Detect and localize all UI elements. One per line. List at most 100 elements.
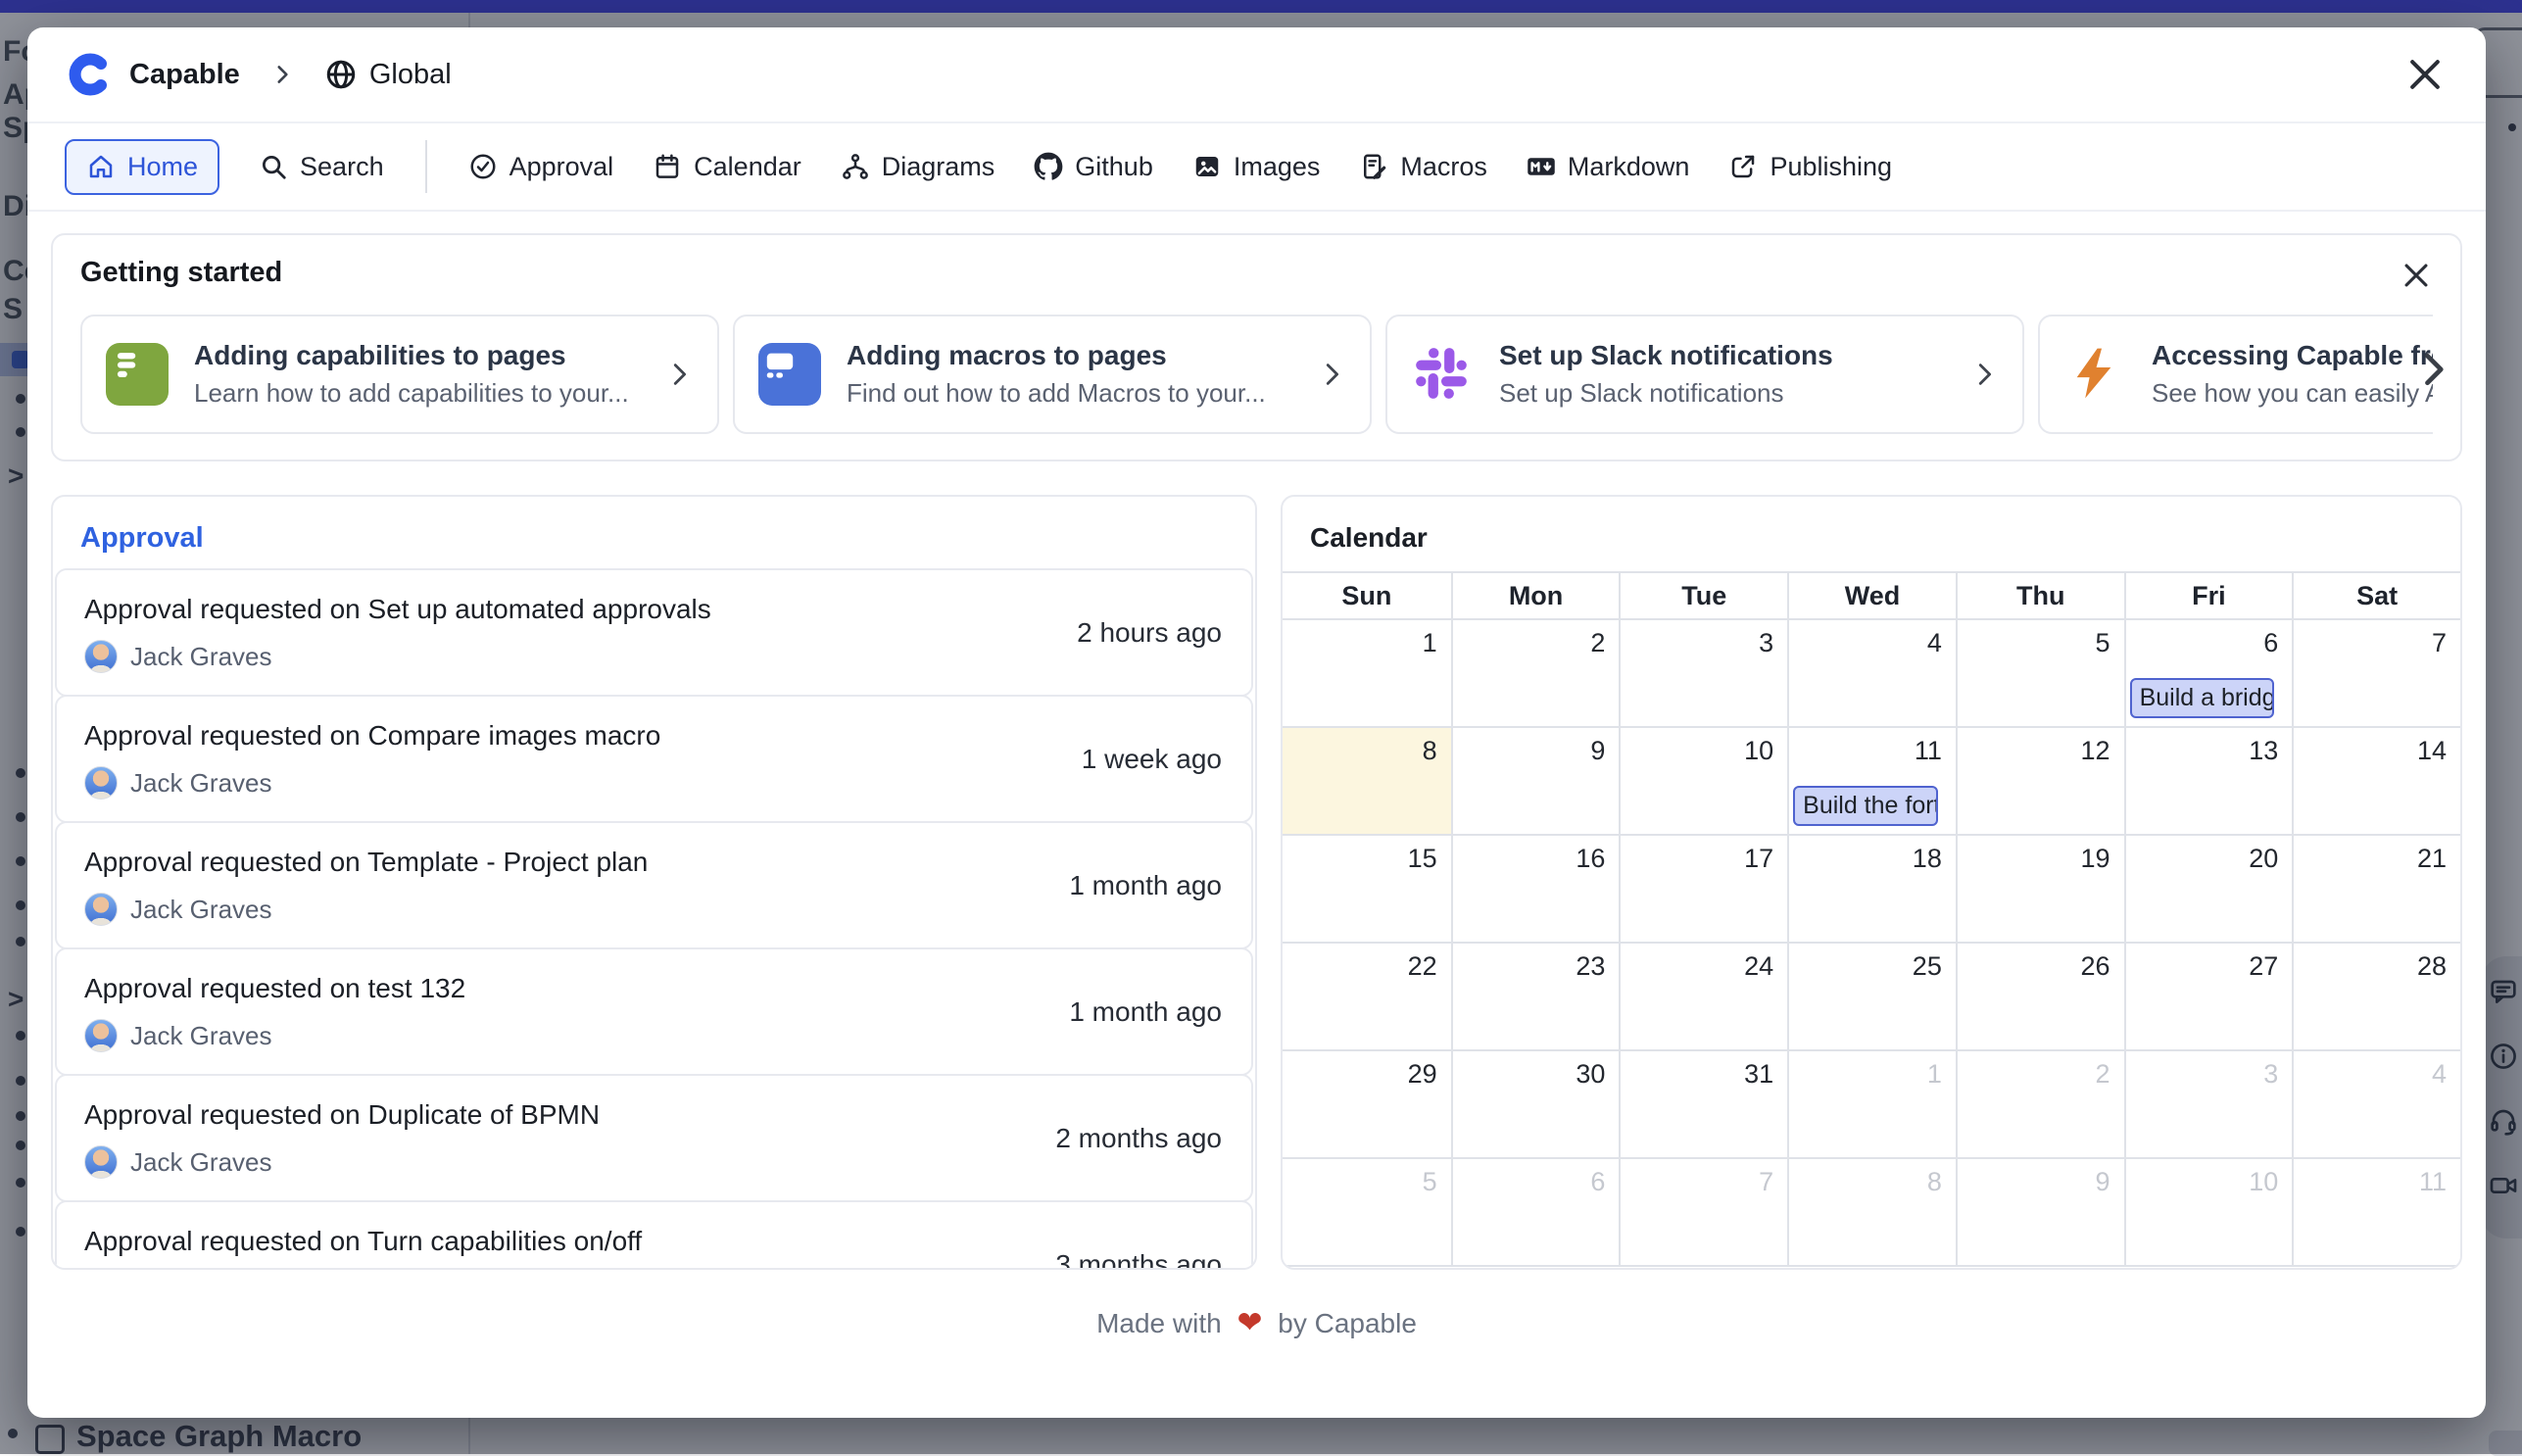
nav-icon	[841, 152, 870, 181]
calendar-day-cell[interactable]: 31	[1619, 1051, 1787, 1159]
calendar-day-cell[interactable]: 10	[2124, 1159, 2293, 1267]
calendar-day-number: 21	[2417, 844, 2447, 874]
getting-started-card[interactable]: Accessing Capable from See how you can e…	[2038, 315, 2433, 434]
getting-started-card[interactable]: Adding macros to pages Find out how to a…	[733, 315, 1372, 434]
getting-started-close-button[interactable]	[2400, 259, 2433, 292]
nav-item-publishing[interactable]: Publishing	[1728, 152, 1892, 182]
approval-item[interactable]: Approval requested on Compare images mac…	[55, 695, 1253, 823]
calendar-day-number: 18	[1913, 844, 1942, 874]
calendar-day-cell[interactable]: 1	[1283, 620, 1451, 728]
calendar-day-cell[interactable]: 4	[2292, 1051, 2460, 1159]
calendar-day-cell[interactable]: 6 Build a bridge	[2124, 620, 2293, 728]
calendar-day-cell[interactable]: 24	[1619, 944, 1787, 1051]
calendar-day-cell[interactable]: 25	[1787, 944, 1956, 1051]
approval-panel-title[interactable]: Approval	[53, 497, 1255, 568]
calendar-day-cell[interactable]: 22	[1283, 944, 1451, 1051]
calendar-day-cell[interactable]: 27	[2124, 944, 2293, 1051]
approval-item-title: Approval requested on Turn capabilities …	[84, 1226, 1224, 1257]
card-title: Adding capabilities to pages	[194, 340, 629, 371]
approval-item[interactable]: Approval requested on Template - Project…	[55, 821, 1253, 949]
nav-item-calendar[interactable]: Calendar	[653, 152, 801, 182]
calendar-day-cell[interactable]: 19	[1956, 836, 2124, 944]
calendar-day-cell[interactable]: 23	[1451, 944, 1620, 1051]
calendar-weekday-wed: Wed	[1787, 573, 1956, 618]
calendar-day-cell[interactable]: 9	[1956, 1159, 2124, 1267]
note-icon	[106, 343, 169, 406]
nav-item-search[interactable]: Search	[259, 152, 384, 182]
approval-item[interactable]: Approval requested on Set up automated a…	[55, 568, 1253, 697]
calendar-day-cell[interactable]: 4	[1787, 620, 1956, 728]
nav-item-home[interactable]: Home	[65, 139, 219, 195]
calendar-day-cell[interactable]: 9	[1451, 728, 1620, 836]
carousel-next-button[interactable]	[2411, 348, 2454, 391]
calendar-day-cell[interactable]: 20	[2124, 836, 2293, 944]
nav-label: Macros	[1400, 152, 1487, 182]
calendar-day-number: 6	[2263, 628, 2278, 658]
calendar-event[interactable]: Build a bridge	[2130, 678, 2275, 718]
calendar-day-cell[interactable]: 2	[1451, 620, 1620, 728]
card-icon	[758, 343, 821, 406]
calendar-day-cell[interactable]: 8	[1283, 728, 1451, 836]
search-icon	[259, 152, 288, 181]
approval-item[interactable]: Approval requested on Duplicate of BPMN …	[55, 1074, 1253, 1202]
approval-item-title: Approval requested on test 132	[84, 973, 1224, 1004]
globe-icon	[324, 58, 358, 91]
approval-item[interactable]: Approval requested on test 132 Jack Grav…	[55, 947, 1253, 1076]
approval-item[interactable]: Approval requested on Turn capabilities …	[55, 1200, 1253, 1270]
calendar-day-cell[interactable]: 2	[1956, 1051, 2124, 1159]
calendar-day-cell[interactable]: 14	[2292, 728, 2460, 836]
avatar	[84, 766, 118, 800]
calendar-day-cell[interactable]: 7	[1619, 1159, 1787, 1267]
calendar-day-cell[interactable]: 5	[1956, 620, 2124, 728]
nav-label: Diagrams	[882, 152, 995, 182]
nav-label: Approval	[509, 152, 614, 182]
calendar-day-cell[interactable]: 1	[1787, 1051, 1956, 1159]
calendar-day-number: 1	[1423, 628, 1437, 658]
calendar-day-cell[interactable]: 8	[1787, 1159, 1956, 1267]
modal-header: Capable Global	[27, 27, 2486, 123]
calendar-day-cell[interactable]: 3	[1619, 620, 1787, 728]
nav-item-diagrams[interactable]: Diagrams	[841, 152, 995, 182]
modal-close-button[interactable]	[2403, 53, 2447, 96]
nav-item-images[interactable]: Images	[1192, 152, 1321, 182]
nav-item-github[interactable]: Github	[1034, 152, 1153, 182]
calendar-panel: Calendar SunMonTueWedThuFriSat 1 2 3 4 5…	[1281, 495, 2462, 1270]
nav-item-approval[interactable]: Approval	[468, 152, 614, 182]
calendar-event[interactable]: Build the fort	[1793, 786, 1938, 826]
calendar-day-cell[interactable]: 12	[1956, 728, 2124, 836]
approval-item-title: Approval requested on Compare images mac…	[84, 720, 1224, 752]
calendar-day-cell[interactable]: 28	[2292, 944, 2460, 1051]
calendar-day-cell[interactable]: 30	[1451, 1051, 1620, 1159]
calendar-day-cell[interactable]: 3	[2124, 1051, 2293, 1159]
nav-icon	[653, 152, 682, 181]
calendar-day-number: 23	[1576, 951, 1605, 982]
calendar-day-number: 22	[1408, 951, 1437, 982]
approval-icon	[468, 152, 498, 181]
calendar-day-cell[interactable]: 10	[1619, 728, 1787, 836]
nav-icon	[1192, 152, 1222, 181]
calendar-day-cell[interactable]: 17	[1619, 836, 1787, 944]
calendar-day-cell[interactable]: 6	[1451, 1159, 1620, 1267]
calendar-day-cell[interactable]: 15	[1283, 836, 1451, 944]
calendar-day-cell[interactable]: 7	[2292, 620, 2460, 728]
approval-item-meta: Jack Graves	[84, 1145, 1224, 1179]
calendar-day-cell[interactable]: 21	[2292, 836, 2460, 944]
calendar-day-cell[interactable]: 26	[1956, 944, 2124, 1051]
calendar-day-number: 29	[1408, 1059, 1437, 1090]
calendar-day-cell[interactable]: 11	[2292, 1159, 2460, 1267]
nav-item-markdown[interactable]: Markdown	[1527, 152, 1690, 182]
calendar-day-cell[interactable]: 5	[1283, 1159, 1451, 1267]
approval-item-user: Jack Graves	[130, 895, 272, 925]
calendar-day-cell[interactable]: 29	[1283, 1051, 1451, 1159]
calendar-day-cell[interactable]: 11 Build the fort	[1787, 728, 1956, 836]
getting-started-card[interactable]: Adding capabilities to pages Learn how t…	[80, 315, 719, 434]
calendar-day-cell[interactable]: 18	[1787, 836, 1956, 944]
calendar-day-cell[interactable]: 16	[1451, 836, 1620, 944]
footer-text-before: Made with	[1096, 1308, 1222, 1338]
getting-started-card[interactable]: Set up Slack notifications Set up Slack …	[1385, 315, 2024, 434]
calendar-day-cell[interactable]: 13	[2124, 728, 2293, 836]
breadcrumb-context: Global	[369, 59, 452, 91]
capable-logo-icon	[67, 51, 114, 98]
nav-item-macros[interactable]: Macros	[1359, 152, 1487, 182]
avatar	[84, 1019, 118, 1052]
